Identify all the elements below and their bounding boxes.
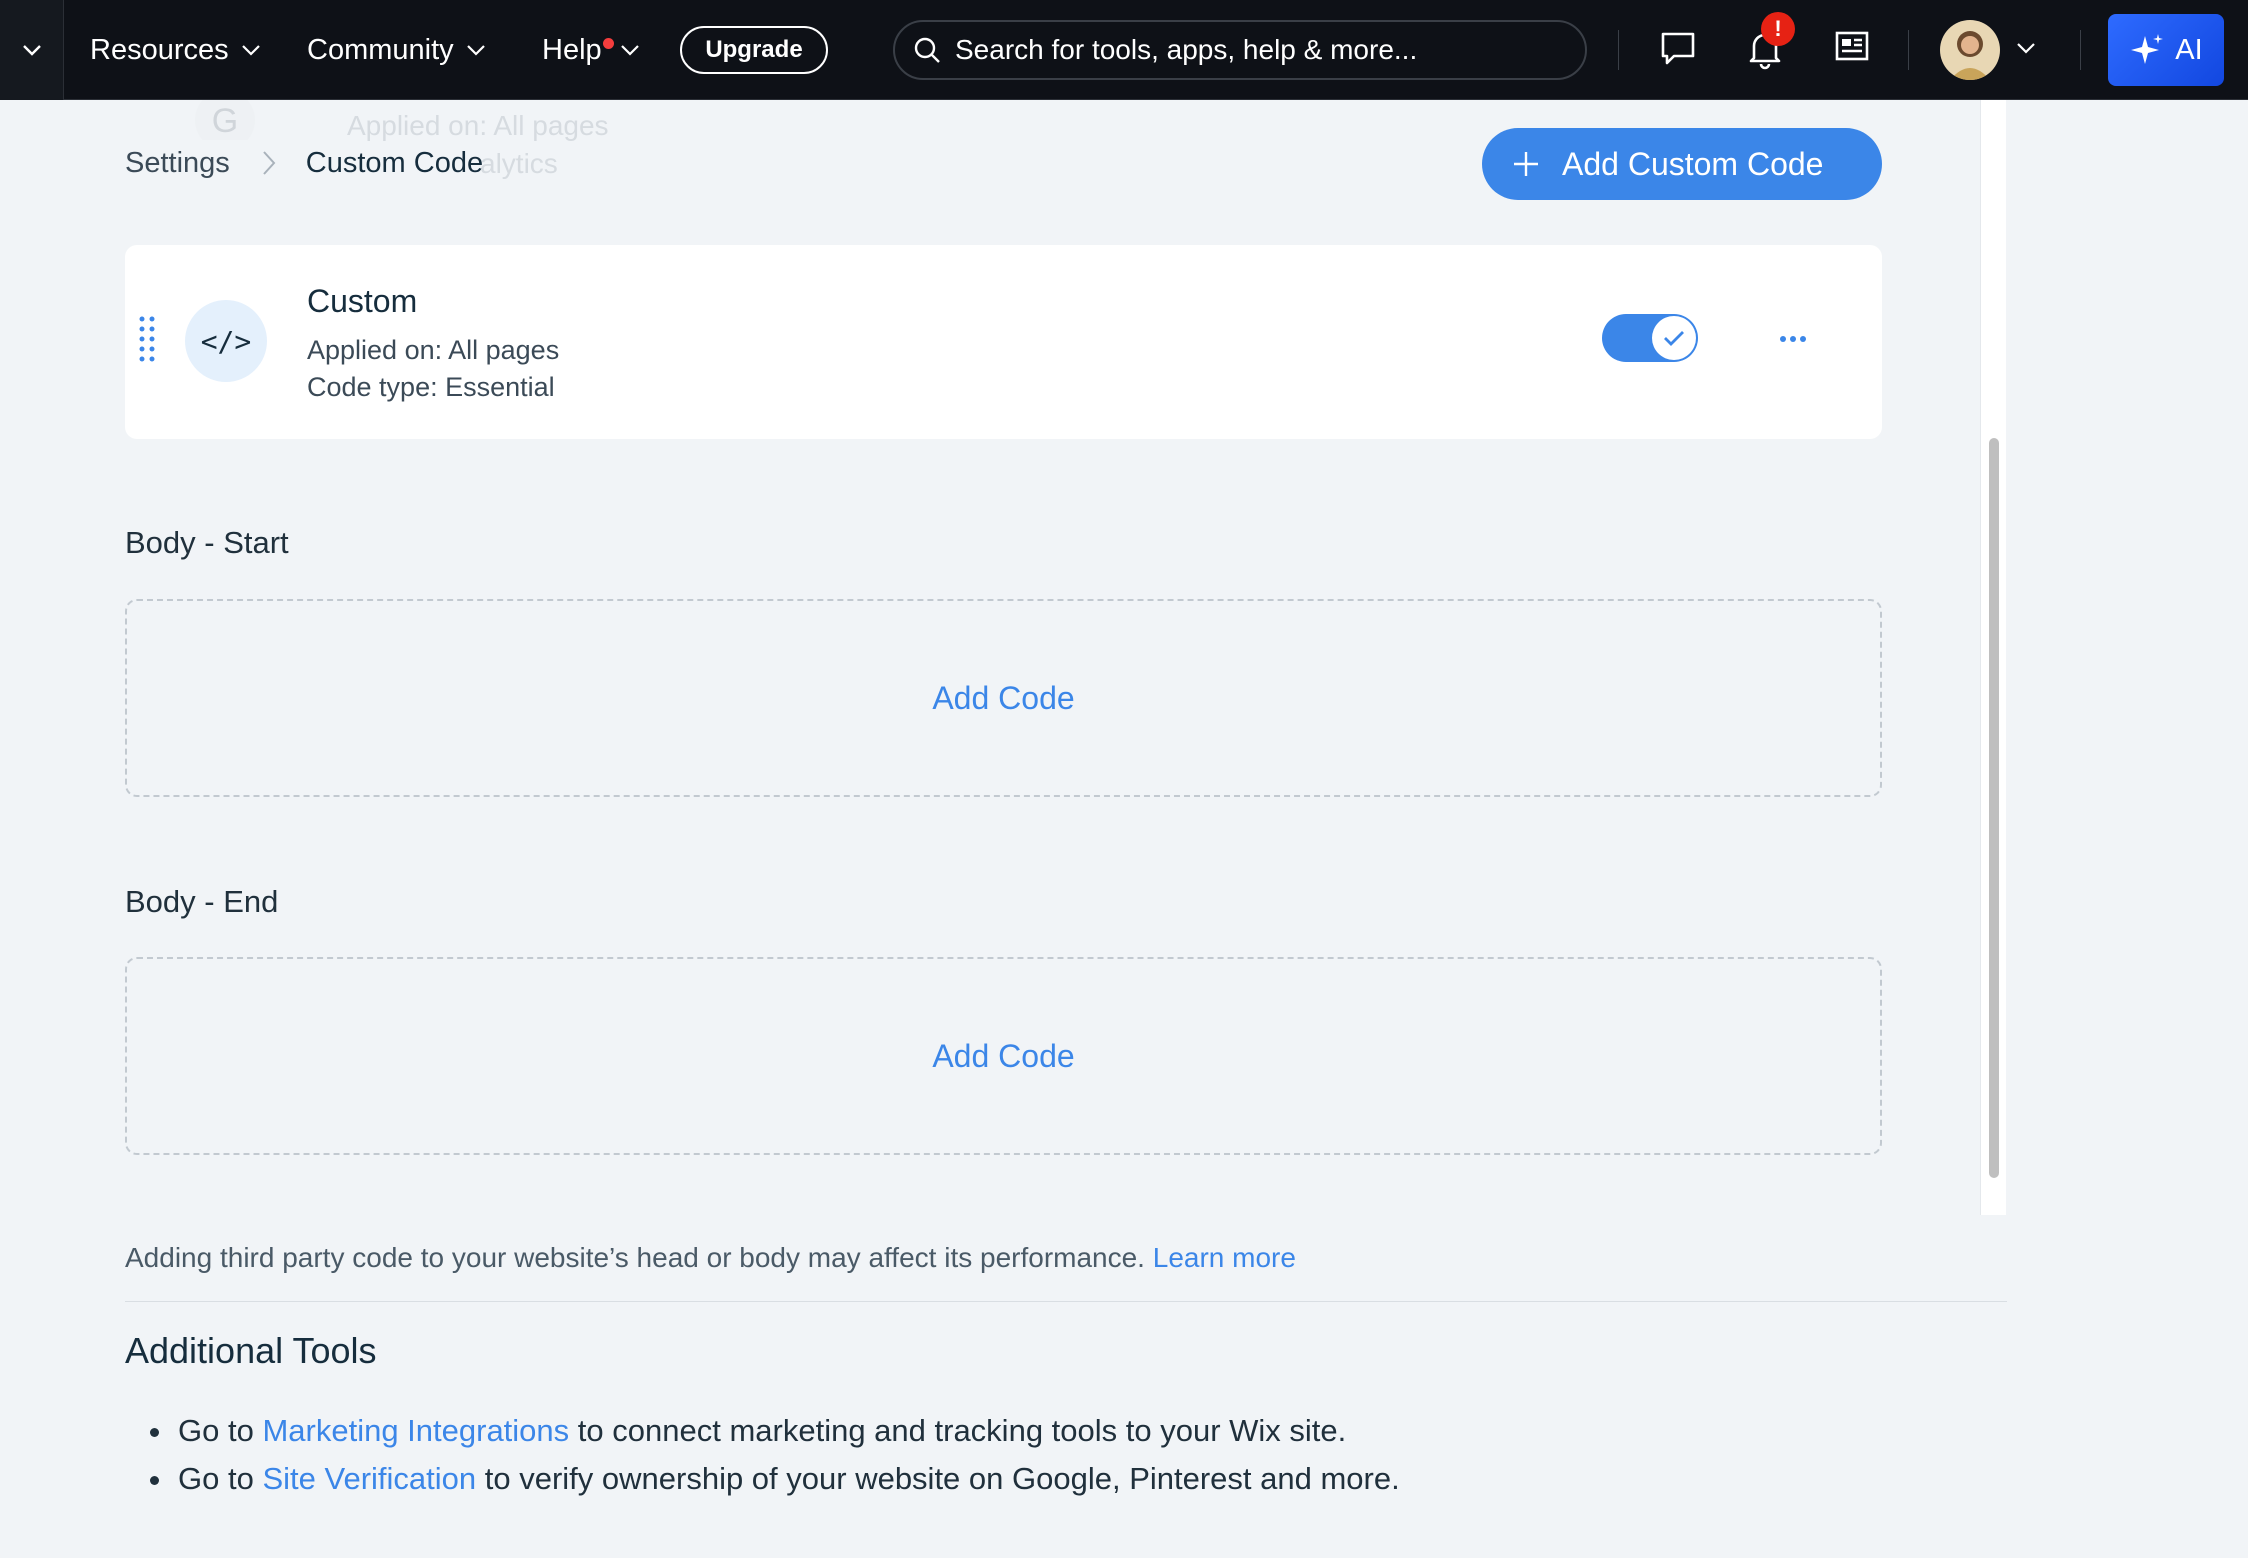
drag-handle-icon	[139, 316, 155, 362]
section-title-body-end: Body - End	[125, 884, 279, 919]
search-bar[interactable]	[893, 20, 1587, 80]
breadcrumb-settings-link[interactable]: Settings	[125, 147, 230, 180]
help-notification-dot	[603, 38, 614, 49]
custom-code-card: </> Custom Applied on: All pages Code ty…	[125, 245, 1882, 439]
account-menu-button[interactable]	[2016, 42, 2036, 54]
divider	[2080, 30, 2081, 70]
learn-more-link[interactable]: Learn more	[1153, 1242, 1296, 1273]
additional-tools-title: Additional Tools	[125, 1330, 377, 1371]
nav-community-label: Community	[307, 33, 454, 66]
google-logo-faded: G	[185, 100, 265, 140]
more-dots-icon	[1780, 336, 1806, 342]
news-button[interactable]	[1834, 28, 1870, 64]
top-bar: Resources Community Help Upgrade !	[0, 0, 2248, 100]
list-item: Go to Marketing Integrations to connect …	[150, 1407, 1400, 1455]
drag-handle[interactable]	[137, 315, 157, 368]
tool-suffix: to verify ownership of your website on G…	[484, 1461, 1400, 1496]
site-verification-link[interactable]: Site Verification	[262, 1461, 476, 1496]
divider	[125, 1301, 2007, 1302]
search-input[interactable]	[955, 34, 1555, 66]
avatar[interactable]	[1940, 20, 2000, 80]
newspaper-icon	[1835, 31, 1869, 61]
breadcrumb: Settings Custom Code	[125, 143, 483, 183]
divider	[1618, 30, 1619, 70]
scrollbar[interactable]	[1980, 100, 2006, 1215]
chevron-down-icon	[22, 45, 41, 56]
notification-badge: !	[1761, 12, 1795, 46]
nav-resources-label: Resources	[90, 33, 229, 66]
google-icon: G	[195, 100, 255, 140]
divider	[1908, 30, 1909, 70]
chevron-right-icon	[263, 151, 276, 175]
upgrade-button[interactable]: Upgrade	[680, 26, 828, 74]
enable-toggle[interactable]	[1602, 314, 1698, 362]
breadcrumb-current: Custom Code	[305, 146, 484, 179]
tool-suffix: to connect marketing and tracking tools …	[577, 1413, 1347, 1448]
section-title-body-start: Body - Start	[125, 525, 289, 560]
chevron-down-icon	[620, 45, 639, 56]
chevron-down-icon	[2017, 43, 2035, 54]
sidebar-toggle-button[interactable]	[0, 0, 64, 100]
nav-help-label: Help	[542, 33, 602, 66]
more-actions-button[interactable]	[1763, 317, 1823, 361]
ai-button-label: AI	[2175, 33, 2203, 66]
add-custom-code-label: Add Custom Code	[1562, 145, 1824, 182]
card-applied-on: Applied on: All pages	[307, 335, 560, 365]
performance-disclaimer: Adding third party code to your website’…	[125, 1242, 1296, 1274]
ai-button[interactable]: AI	[2108, 14, 2224, 86]
user-avatar-icon	[1940, 20, 2000, 80]
add-code-body-end[interactable]: Add Code	[125, 957, 1882, 1155]
card-code-type: Code type: Essential	[307, 372, 555, 402]
ghost-text-analytics: alytics	[480, 148, 558, 179]
chat-button[interactable]	[1658, 28, 1698, 68]
marketing-integrations-link[interactable]: Marketing Integrations	[262, 1413, 569, 1448]
search-icon	[914, 37, 940, 63]
add-code-body-start[interactable]: Add Code	[125, 599, 1882, 797]
nav-community[interactable]: Community	[307, 0, 486, 100]
nav-resources[interactable]: Resources	[90, 0, 261, 100]
chat-icon	[1661, 32, 1695, 65]
tool-prefix: Go to	[178, 1461, 254, 1496]
nav-help[interactable]: Help	[542, 0, 640, 100]
svg-text:G: G	[212, 102, 238, 140]
tool-prefix: Go to	[178, 1413, 254, 1448]
additional-tools-list: Go to Marketing Integrations to connect …	[150, 1407, 1400, 1503]
code-icon: </>	[185, 300, 267, 382]
card-title: Custom	[307, 283, 418, 319]
checkmark-icon	[1664, 331, 1684, 346]
chevron-down-icon	[466, 45, 485, 56]
sparkle-icon	[2131, 34, 2164, 64]
chevron-down-icon	[241, 45, 260, 56]
ghost-text-applied: Applied on: All pages	[347, 110, 609, 141]
plus-icon	[1514, 152, 1538, 176]
add-custom-code-button[interactable]: Add Custom Code	[1482, 128, 1882, 200]
scrollbar-thumb[interactable]	[1989, 438, 1999, 1178]
list-item: Go to Site Verification to verify owners…	[150, 1455, 1400, 1503]
disclaimer-text: Adding third party code to your website’…	[125, 1242, 1145, 1273]
